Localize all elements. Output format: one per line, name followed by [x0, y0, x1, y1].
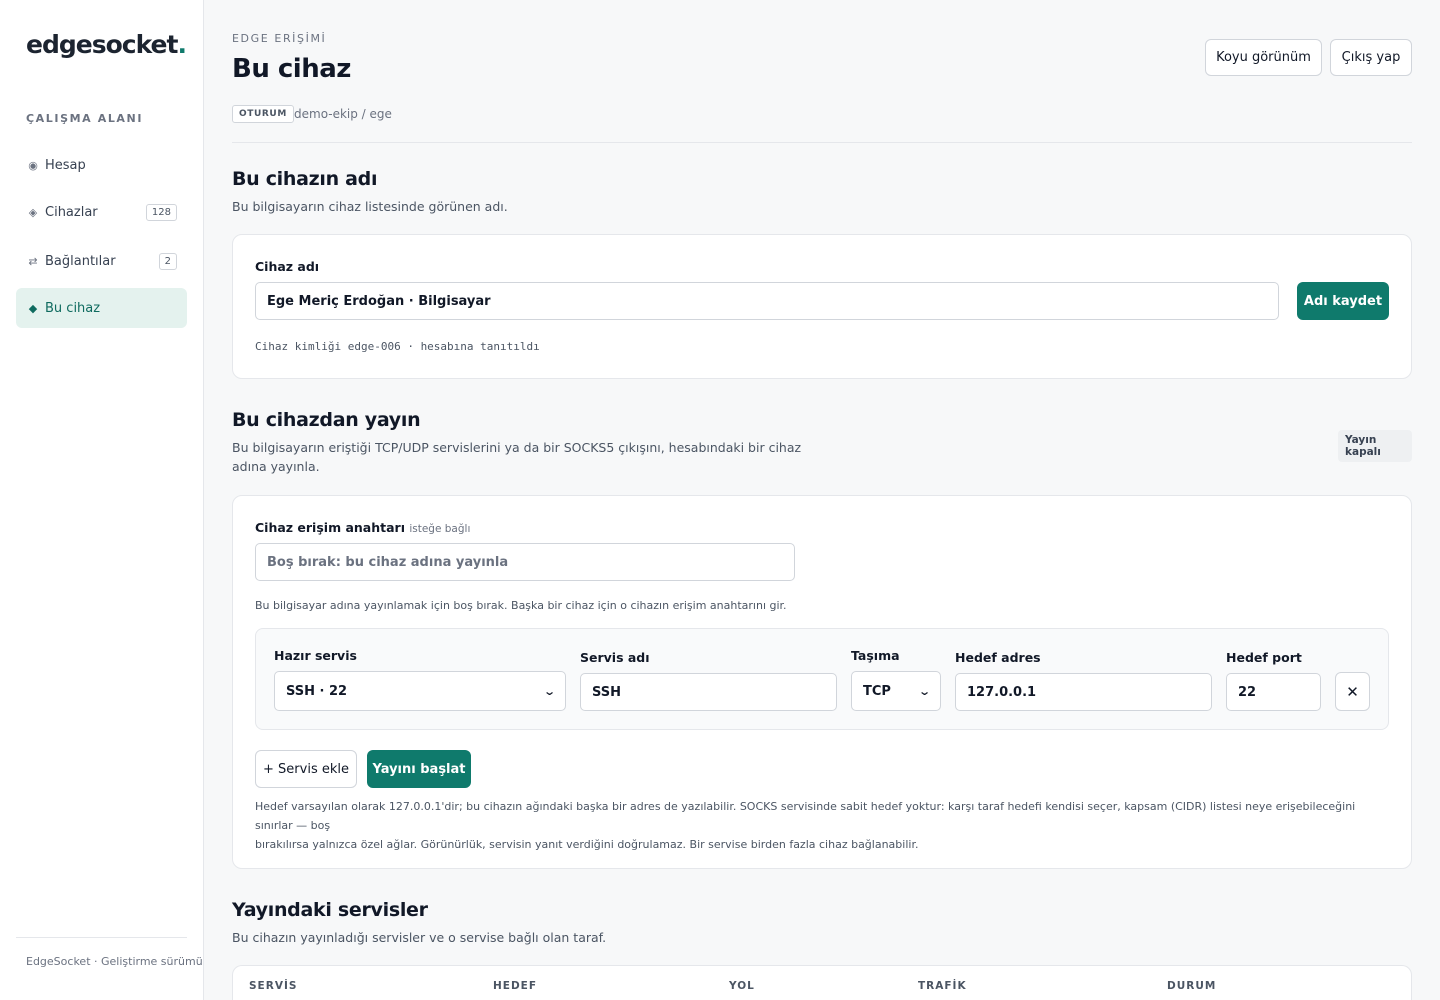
start-publish-button[interactable]: Yayını başlat	[367, 750, 471, 788]
published-services-title: Yayındaki servisler	[232, 899, 428, 921]
publish-title: Bu cihazdan yayın	[232, 409, 421, 431]
device-name-card: Cihaz adı Ege Meriç Erdoğan · Bilgisayar…	[232, 234, 1412, 379]
column-header: SERVİS	[249, 980, 298, 992]
sidebar-footer: EdgeSocket · Geliştirme sürümü	[26, 955, 203, 968]
target-address-label: Hedef adres	[955, 650, 1041, 665]
access-key-hint: Bu bilgisayar adına yayınlamak için boş …	[255, 599, 787, 612]
column-header: HEDEF	[493, 980, 538, 992]
this-device-icon: ◆	[28, 301, 38, 315]
chevron-down-icon: ⌄	[542, 684, 556, 698]
publish-status-badge: Yayın kapalı	[1338, 430, 1412, 462]
transport-label: Taşıma	[851, 648, 900, 663]
sidebar-item-account[interactable]: ◉ Hesap	[16, 145, 187, 185]
transport-select[interactable]: TCP ⌄	[851, 671, 941, 711]
session-path: demo-ekip / ege	[294, 107, 392, 121]
service-row: Hazır servis SSH · 22 ⌄ Servis adı SSH T…	[255, 628, 1389, 730]
transport-value: TCP	[863, 683, 891, 699]
remove-service-button[interactable]: ✕	[1335, 672, 1370, 711]
sidebar-item-this-device[interactable]: ◆ Bu cihaz	[16, 288, 187, 328]
brand-name: edgesocket	[26, 30, 178, 59]
publish-description-line: Bu bilgisayarın eriştiği TCP/UDP servisl…	[232, 440, 802, 455]
sidebar-divider	[16, 937, 187, 938]
access-key-label-text: Cihaz erişim anahtarı	[255, 520, 405, 535]
page-eyebrow: EDGE ERİŞİMİ	[232, 32, 327, 45]
sidebar-item-label: Bu cihaz	[45, 300, 101, 316]
chevron-down-icon: ⌄	[917, 684, 931, 698]
save-name-button[interactable]: Adı kaydet	[1297, 282, 1389, 320]
target-port-input[interactable]: 22	[1226, 673, 1321, 711]
sidebar-item-devices[interactable]: ◈ Cihazlar 128	[16, 192, 187, 232]
count-badge: 128	[145, 203, 177, 221]
publish-footnote: Hedef varsayılan olarak 127.0.0.1'dir; b…	[255, 797, 1389, 854]
service-name-label: Servis adı	[580, 650, 650, 665]
page-title: Bu cihaz	[232, 54, 351, 84]
device-name-label: Cihaz adı	[255, 259, 320, 274]
published-services-table	[232, 965, 1412, 1000]
service-name-input[interactable]: SSH	[580, 673, 837, 711]
sidebar: edgesocket. ÇALIŞMA ALANI ◉ Hesap ◈ Ciha…	[0, 0, 204, 1000]
column-header: TRAFİK	[918, 980, 967, 992]
column-header: YOL	[729, 980, 755, 992]
add-service-button[interactable]: + Servis ekle	[255, 750, 357, 788]
sidebar-item-label: Cihazlar	[45, 204, 98, 220]
published-services-description: Bu cihazın yayınladığı servisler ve o se…	[232, 930, 607, 945]
publish-description-line: adına yayınla.	[232, 459, 320, 474]
device-name-input[interactable]: Ege Meriç Erdoğan · Bilgisayar	[255, 282, 1279, 320]
connections-icon: ⇄	[28, 254, 38, 268]
publish-footnote-line: Hedef varsayılan olarak 127.0.0.1'dir; b…	[255, 800, 1356, 832]
publish-footnote-line: bırakılırsa yalnızca özel ağlar. Görünür…	[255, 838, 919, 851]
publish-description: Bu bilgisayarın eriştiği TCP/UDP servisl…	[232, 438, 801, 476]
sidebar-section-title: ÇALIŞMA ALANI	[26, 112, 144, 125]
sidebar-item-label: Bağlantılar	[45, 253, 116, 269]
header-divider	[232, 142, 1412, 143]
publish-card: Cihaz erişim anahtarı isteğe bağlı Boş b…	[232, 495, 1412, 869]
sidebar-item-connections[interactable]: ⇄ Bağlantılar 2	[16, 241, 187, 281]
sidebar-item-label: Hesap	[45, 157, 86, 173]
close-icon: ✕	[1346, 682, 1359, 701]
devices-icon: ◈	[28, 205, 38, 219]
device-name-description: Bu bilgisayarın cihaz listesinde görünen…	[232, 199, 508, 214]
preset-service-label: Hazır servis	[274, 648, 357, 663]
account-icon: ◉	[28, 158, 38, 172]
brand-dot: .	[177, 30, 186, 59]
target-port-label: Hedef port	[1226, 650, 1302, 665]
column-header: DURUM	[1167, 980, 1217, 992]
logout-button[interactable]: Çıkış yap	[1330, 39, 1412, 76]
brand-logo[interactable]: edgesocket.	[26, 30, 187, 59]
preset-service-select[interactable]: SSH · 22 ⌄	[274, 671, 566, 711]
optional-tag: isteğe bağlı	[409, 523, 471, 535]
device-name-title: Bu cihazın adı	[232, 168, 378, 190]
session-badge: OTURUM	[232, 105, 294, 123]
device-identity-note: Cihaz kimliği edge-006 · hesabına tanıtı…	[255, 340, 540, 353]
dark-mode-button[interactable]: Koyu görünüm	[1205, 39, 1322, 76]
access-key-label: Cihaz erişim anahtarı isteğe bağlı	[255, 520, 470, 535]
target-address-input[interactable]: 127.0.0.1	[955, 673, 1212, 711]
preset-service-value: SSH · 22	[286, 683, 348, 699]
access-key-input[interactable]: Boş bırak: bu cihaz adına yayınla	[255, 543, 795, 581]
count-badge: 2	[158, 252, 177, 270]
